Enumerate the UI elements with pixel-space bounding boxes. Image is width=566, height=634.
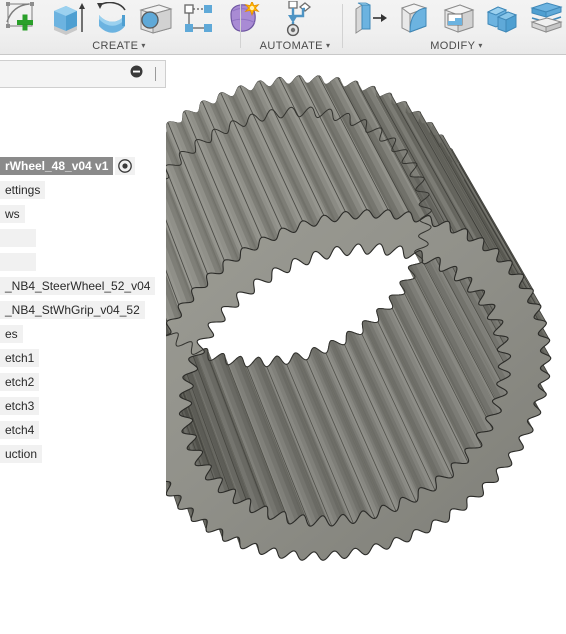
press-pull-icon[interactable] xyxy=(349,0,393,38)
tree-item-construction[interactable]: uction xyxy=(0,440,166,464)
browser-panel: rWheel_48_v04 v1 ettings ws _NB4_SteerWheel… xyxy=(0,60,166,464)
ribbon-panel-modify-label[interactable]: MODIFY ▾ xyxy=(347,40,566,52)
collapse-minus-icon[interactable] xyxy=(130,65,143,83)
ribbon-panel-create-label[interactable]: CREATE ▾ xyxy=(0,40,238,52)
panel-label-text: MODIFY xyxy=(430,40,476,52)
panel-label-text: AUTOMATE xyxy=(259,40,323,52)
combine-icon[interactable] xyxy=(481,0,525,38)
tree-item-label: etch2 xyxy=(0,373,40,392)
tree-item-component-steerwheel-52[interactable]: _NB4_SteerWheel_52_v04 xyxy=(0,272,166,296)
ribbon-toolbar: CREATE ▾ AUTOMATE ▾ MODIFY ▾ xyxy=(0,0,566,55)
tree-item-label: es xyxy=(0,325,23,344)
chevron-down-icon: ▾ xyxy=(325,41,331,50)
tree-item-label: etch3 xyxy=(0,397,40,416)
browser-panel-header xyxy=(0,60,166,88)
ribbon-separator-2 xyxy=(342,4,343,48)
panel-label-text: CREATE xyxy=(92,40,139,52)
browser-tree: rWheel_48_v04 v1 ettings ws _NB4_SteerWheel… xyxy=(0,152,166,464)
shell-icon[interactable] xyxy=(437,0,481,38)
tree-item-label xyxy=(0,229,36,248)
create-sketch-icon[interactable] xyxy=(2,0,46,38)
ribbon-panel-modify: MODIFY ▾ xyxy=(347,0,566,54)
tree-item-label xyxy=(0,253,36,272)
tree-item-sketch2[interactable]: etch2 xyxy=(0,368,166,392)
tree-item-label: ettings xyxy=(0,181,46,200)
toothed-ring-model xyxy=(166,75,552,561)
tree-item-document-root[interactable]: rWheel_48_v04 v1 xyxy=(0,152,166,176)
tree-item-label: _NB4_StWhGrip_v04_52 xyxy=(0,301,145,320)
pattern-icon[interactable] xyxy=(178,0,222,38)
fillet-icon[interactable] xyxy=(393,0,437,38)
visibility-toggle-icon[interactable] xyxy=(115,157,136,176)
tree-item-bodies-group[interactable] xyxy=(0,248,166,272)
tree-item-sketch4[interactable]: etch4 xyxy=(0,416,166,440)
tree-item-sketches-group[interactable]: es xyxy=(0,320,166,344)
tree-item-sketch3[interactable]: etch3 xyxy=(0,392,166,416)
ribbon-panel-automate-label[interactable]: AUTOMATE ▾ xyxy=(245,40,345,52)
chevron-down-icon: ▾ xyxy=(478,41,483,50)
ribbon-panel-automate: AUTOMATE ▾ xyxy=(245,0,345,54)
viewport-canvas[interactable] xyxy=(166,56,566,634)
resize-grip-icon[interactable] xyxy=(153,67,159,81)
tree-item-origin[interactable] xyxy=(0,224,166,248)
offset-face-icon[interactable] xyxy=(525,0,566,38)
tree-item-label: etch1 xyxy=(0,349,40,368)
model-host xyxy=(166,56,566,634)
tree-item-label: _NB4_SteerWheel_52_v04 xyxy=(0,277,156,296)
ribbon-panel-create: CREATE ▾ xyxy=(0,0,260,54)
tree-item-component-stwhgrip-52[interactable]: _NB4_StWhGrip_v04_52 xyxy=(0,296,166,320)
tree-item-label: ws xyxy=(0,205,25,224)
tree-item-label: rWheel_48_v04 v1 xyxy=(0,157,114,176)
chevron-down-icon: ▾ xyxy=(141,41,146,50)
revolve-icon[interactable] xyxy=(90,0,134,38)
tree-item-document-settings[interactable]: ettings xyxy=(0,176,166,200)
tree-item-named-views[interactable]: ws xyxy=(0,200,166,224)
tree-item-label: uction xyxy=(0,445,43,464)
automate-generative-icon[interactable] xyxy=(273,0,317,38)
tree-item-label: etch4 xyxy=(0,421,40,440)
extrude-icon[interactable] xyxy=(46,0,90,38)
tree-item-sketch1[interactable]: etch1 xyxy=(0,344,166,368)
hole-icon[interactable] xyxy=(134,0,178,38)
ribbon-separator-1 xyxy=(240,4,241,48)
